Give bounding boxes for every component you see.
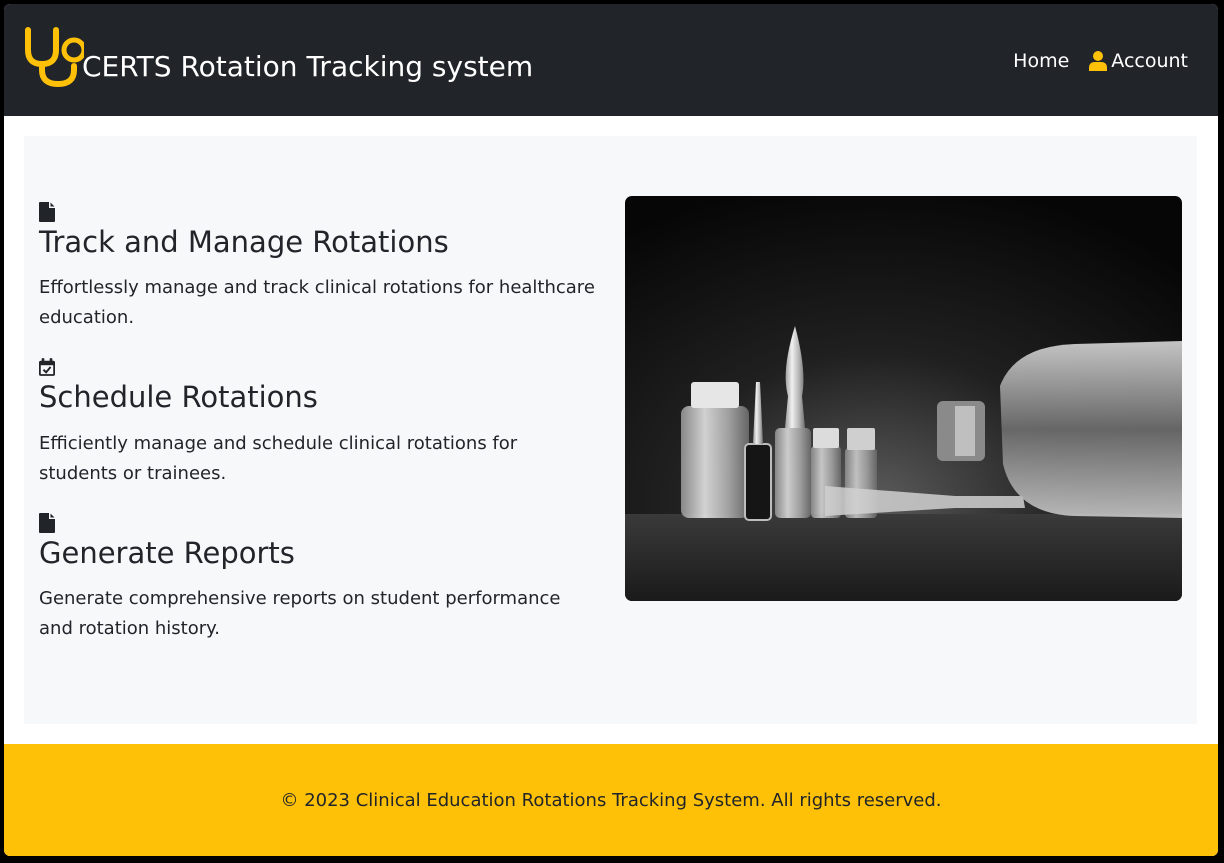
features-panel: Track and Manage Rotations Effortlessly … [24,136,1197,724]
stethoscope-logo-icon [25,27,84,88]
calendar-check-icon [39,358,55,377]
brand[interactable]: CERTS Rotation Tracking system [22,24,533,88]
feature-title: Track and Manage Rotations [39,225,449,259]
app-window: CERTS Rotation Tracking system Home Acco… [4,4,1218,856]
navbar: CERTS Rotation Tracking system Home Acco… [4,4,1218,116]
feature-reports: Generate Reports Generate comprehensive … [39,512,599,644]
nav-account-link[interactable]: Account [1089,50,1188,72]
feature-description: Efficiently manage and schedule clinical… [39,432,518,484]
footer-copyright: © 2023 Clinical Education Rotations Trac… [280,789,942,811]
feature-list: Track and Manage Rotations Effortlessly … [39,202,599,668]
feature-schedule: Schedule Rotations Efficiently manage an… [39,357,599,488]
feature-track: Track and Manage Rotations Effortlessly … [39,202,599,333]
file-icon [39,202,55,222]
file-icon [39,512,55,533]
nav-home-label: Home [1013,50,1070,72]
footer: © 2023 Clinical Education Rotations Trac… [4,744,1218,856]
feature-description: Generate comprehensive reports on studen… [39,588,561,640]
nav-home-link[interactable]: Home [1013,50,1069,72]
nav-links: Home Account [1013,50,1188,72]
brand-title: CERTS Rotation Tracking system [82,50,534,83]
user-icon [1089,51,1108,71]
feature-title: Schedule Rotations [39,380,318,415]
feature-title: Generate Reports [39,535,295,570]
nav-account-label: Account [1111,50,1188,72]
feature-description: Effortlessly manage and track clinical r… [39,277,595,329]
medical-vials-image [625,196,1182,601]
